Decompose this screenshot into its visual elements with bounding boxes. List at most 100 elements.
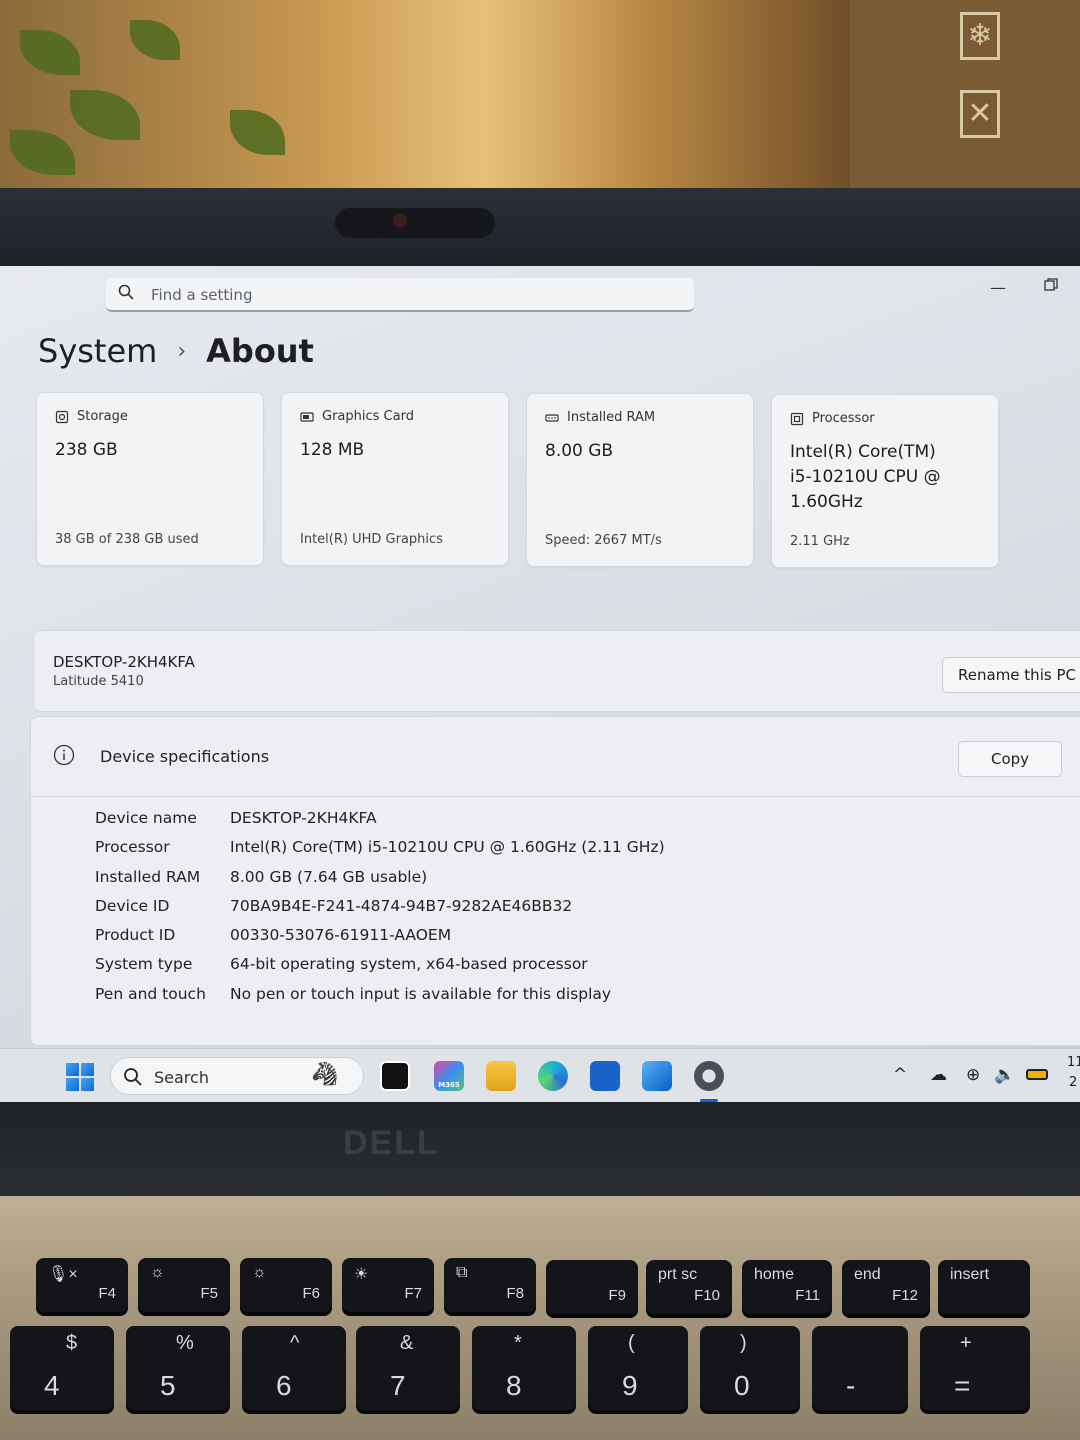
key-fn-label: F8	[506, 1285, 524, 1302]
key-top-label: insert	[950, 1266, 990, 1283]
spec-value: 8.00 GB (7.64 GB usable)	[230, 867, 428, 886]
pc-model: Latitude 5410	[53, 674, 144, 689]
key-fn-label: F5	[200, 1285, 218, 1302]
key-main-label: 4	[44, 1370, 60, 1401]
plant-leaf	[130, 20, 180, 60]
key-5[interactable]: % 5	[126, 1326, 230, 1410]
key-f5[interactable]: ☼ F5	[138, 1258, 230, 1312]
zebra-icon: 🦓	[311, 1062, 339, 1087]
key-8[interactable]: * 8	[472, 1326, 576, 1410]
key-equals[interactable]: + =	[920, 1326, 1030, 1410]
key-f8[interactable]: ⧉ F8	[444, 1258, 536, 1312]
spec-label: Device ID	[95, 896, 170, 915]
key-f6[interactable]: ☼ F6	[240, 1258, 332, 1312]
breadcrumb: System › About	[38, 332, 314, 370]
key-fn-label: F7	[404, 1285, 422, 1302]
key-f4[interactable]: 🎙× F4	[36, 1258, 128, 1312]
key-f9[interactable]: F9	[546, 1260, 638, 1314]
search-icon	[124, 1068, 142, 1086]
plant-leaf	[70, 90, 140, 140]
processor-icon	[790, 412, 804, 425]
settings-window: Find a setting — System › About Storage …	[0, 266, 1080, 1104]
key-6[interactable]: ^ 6	[242, 1326, 346, 1410]
card-subtitle: Intel(R) UHD Graphics	[300, 532, 443, 547]
copy-button[interactable]: Copy	[958, 741, 1062, 777]
key-main-label: =	[954, 1370, 971, 1401]
key-9[interactable]: (9	[588, 1326, 688, 1410]
breadcrumb-parent[interactable]: System	[38, 332, 157, 370]
outlook-icon[interactable]	[642, 1061, 672, 1091]
plant-leaf	[10, 130, 75, 175]
search-input[interactable]: Find a setting	[106, 278, 694, 312]
key-shift-label: $	[66, 1332, 78, 1354]
room-background: ❄ ✕	[0, 0, 1080, 190]
spec-value: Intel(R) Core(TM) i5-10210U CPU @ 1.60GH…	[230, 838, 665, 857]
minimize-button[interactable]: —	[990, 278, 1006, 297]
key-f11[interactable]: home F11	[742, 1260, 832, 1314]
card-subtitle: 38 GB of 238 GB used	[55, 532, 199, 547]
ram-card[interactable]: Installed RAM 8.00 GB Speed: 2667 MT/s	[526, 393, 754, 567]
key-fn-label: F4	[98, 1285, 116, 1302]
restore-button[interactable]	[1044, 278, 1058, 292]
key-top-label: prt sc	[658, 1266, 698, 1283]
key-main-label: 9	[622, 1370, 638, 1401]
taskbar: Search 🦓 M365 ^ ☁ ⊕ 🔈 11 2	[0, 1048, 1080, 1104]
dell-logo: DELL	[343, 1124, 440, 1162]
store-icon[interactable]	[590, 1061, 620, 1091]
info-icon	[53, 744, 75, 766]
spec-label: System type	[95, 955, 193, 974]
key-top-label: 🎙×	[48, 1266, 78, 1283]
webcam-shutter	[335, 208, 495, 238]
chevron-up-icon[interactable]: ^	[893, 1065, 907, 1085]
file-explorer-icon[interactable]	[486, 1061, 516, 1091]
cloud-off-icon[interactable]: ☁	[930, 1065, 947, 1085]
battery-icon[interactable]	[1026, 1069, 1048, 1080]
spec-label: Processor	[95, 838, 170, 857]
key-shift-label: ^	[290, 1332, 300, 1354]
pc-name: DESKTOP-2KH4KFA	[53, 653, 195, 671]
key-minus[interactable]: -	[812, 1326, 908, 1410]
task-view-icon[interactable]	[380, 1061, 410, 1091]
card-value: 128 MB	[300, 440, 365, 460]
chevron-right-icon: ›	[177, 338, 187, 364]
key-f10[interactable]: prt sc F10	[646, 1260, 732, 1314]
key-4[interactable]: $4	[10, 1326, 114, 1410]
spec-label: Product ID	[95, 926, 176, 945]
m365-icon[interactable]: M365	[434, 1061, 464, 1091]
key-0[interactable]: ) 0	[700, 1326, 800, 1410]
processor-card[interactable]: Processor Intel(R) Core(TM) i5-10210U CP…	[771, 394, 999, 568]
key-shift-label: &	[400, 1332, 414, 1354]
card-title: Processor	[812, 411, 875, 426]
spec-value: DESKTOP-2KH4KFA	[230, 809, 377, 827]
globe-icon[interactable]: ⊕	[966, 1065, 980, 1085]
device-specifications-header[interactable]: Device specifications Copy	[31, 717, 1080, 797]
key-shift-label: (	[628, 1332, 635, 1354]
page-title: About	[206, 332, 314, 370]
key-insert[interactable]: insert	[938, 1260, 1030, 1314]
clock-time[interactable]: 11	[1067, 1055, 1080, 1070]
plant-leaf	[20, 30, 80, 75]
spec-value: No pen or touch input is available for t…	[230, 984, 612, 1003]
card-value: Intel(R) Core(TM) i5-10210U CPU @ 1.60GH…	[790, 442, 941, 512]
key-7[interactable]: & 7	[356, 1326, 460, 1410]
key-fn-label: F6	[302, 1285, 320, 1302]
ram-icon	[545, 413, 559, 422]
key-shift-label: +	[960, 1332, 972, 1354]
spec-value: 64-bit operating system, x64-based proce…	[230, 955, 588, 974]
graphics-card[interactable]: Graphics Card 128 MB Intel(R) UHD Graphi…	[281, 392, 509, 566]
search-icon	[118, 284, 134, 300]
key-top-label: ☀	[354, 1266, 369, 1283]
taskbar-search[interactable]: Search 🦓	[110, 1057, 364, 1095]
spec-label: Installed RAM	[95, 867, 201, 886]
key-f12[interactable]: end F12	[842, 1260, 930, 1314]
storage-card[interactable]: Storage 238 GB 38 GB of 238 GB used	[36, 392, 264, 566]
edge-icon[interactable]	[538, 1061, 568, 1091]
clock-date[interactable]: 2	[1069, 1075, 1077, 1090]
card-title: Graphics Card	[322, 409, 414, 424]
settings-icon[interactable]	[694, 1061, 724, 1091]
windows-start-icon[interactable]	[66, 1063, 94, 1091]
key-top-label: ☼	[150, 1264, 165, 1281]
volume-icon[interactable]: 🔈	[994, 1065, 1015, 1085]
key-f7[interactable]: ☀ F7	[342, 1258, 434, 1312]
rename-pc-button[interactable]: Rename this PC	[942, 657, 1080, 693]
